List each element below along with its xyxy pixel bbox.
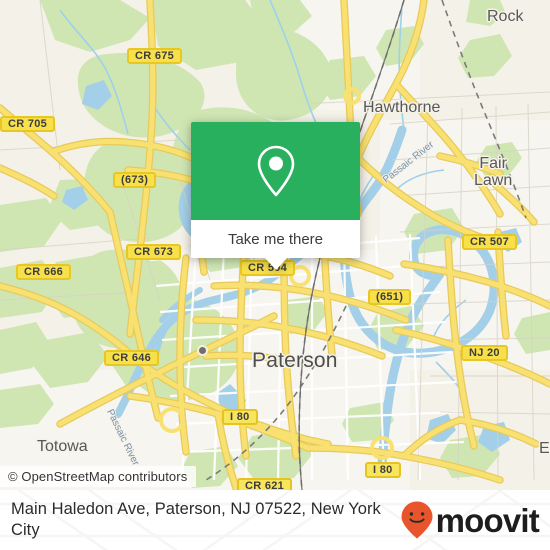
attribution-label: © OpenStreetMap contributors (8, 469, 188, 484)
take-me-there-card[interactable]: Take me there (191, 122, 360, 270)
map-pin-icon (257, 145, 294, 197)
take-me-there-label: Take me there (227, 230, 324, 248)
paterson-city-marker (199, 347, 206, 354)
take-me-there-button[interactable]: Take me there (191, 220, 360, 258)
card-image-area (191, 122, 360, 220)
moovit-logo[interactable]: moovit (400, 500, 540, 540)
moovit-wordmark: moovit (435, 501, 540, 539)
card-pointer-tail (264, 258, 287, 270)
address-text: Main Haledon Ave, Paterson, NJ 07522, Ne… (11, 500, 381, 539)
map-screenshot: CR 675 CR 705 (673) CR 673 CR 666 CR 507 CR 50… (0, 0, 550, 550)
moovit-pin-smile-icon (401, 501, 433, 539)
osm-attribution[interactable]: © OpenStreetMap contributors (0, 466, 197, 487)
bottom-bar: Main Haledon Ave, Paterson, NJ 07522, Ne… (0, 490, 550, 550)
